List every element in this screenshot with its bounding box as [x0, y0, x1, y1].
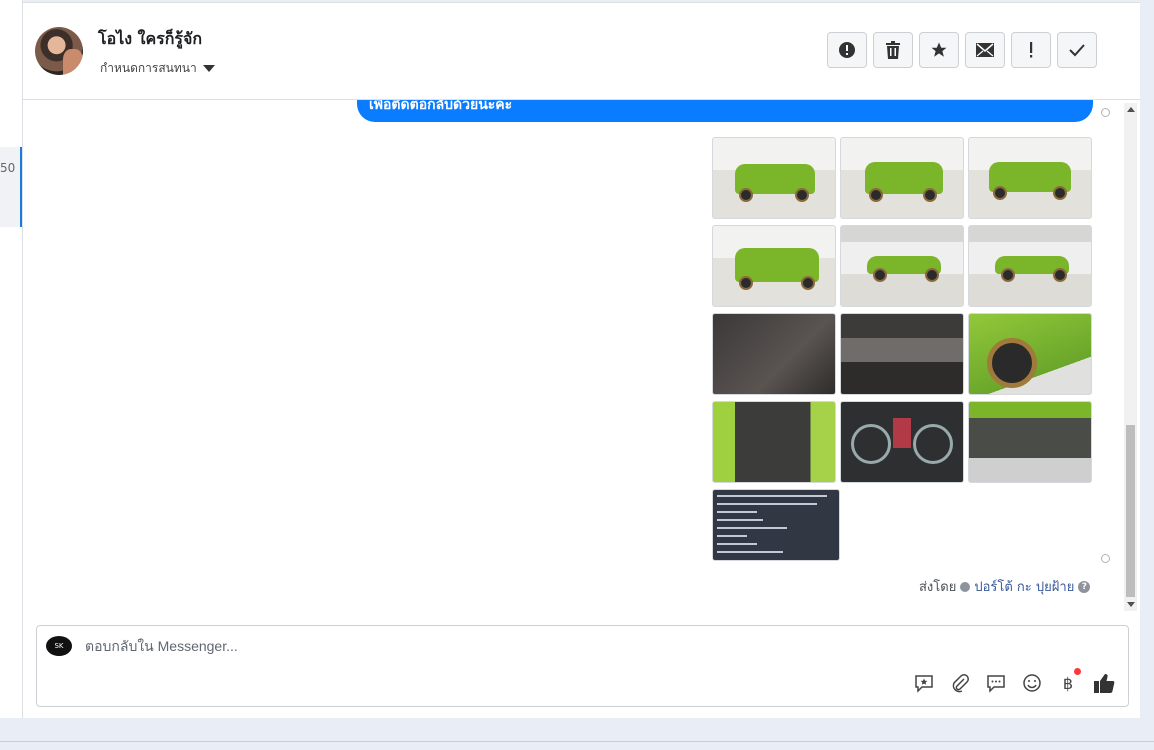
message-thread[interactable]: เพื่อติดต่อกลับด้วยนะคะ ส่งโดย ปอร์โต้ ก… [23, 100, 1140, 610]
scroll-thumb[interactable] [1126, 425, 1135, 597]
chat-template-button[interactable] [985, 672, 1007, 694]
chevron-down-icon [202, 65, 215, 72]
reply-input[interactable] [85, 638, 885, 654]
conversation-header: โอไง ใครก็รู้จัก กำหนดการสนทนา [23, 3, 1140, 100]
car-photo[interactable] [712, 225, 836, 307]
thumbs-up-icon [1094, 674, 1115, 693]
payment-button[interactable]: ฿ [1057, 668, 1081, 694]
checkmark-icon [1069, 44, 1085, 57]
emoji-button[interactable] [1021, 672, 1043, 694]
sender-name[interactable]: ปอร์โต้ กะ ปุยฝ้าย [974, 576, 1074, 597]
delete-button[interactable] [873, 32, 913, 68]
interior-photo[interactable] [712, 313, 836, 395]
attachment-button[interactable] [949, 672, 971, 694]
trash-icon [886, 41, 900, 59]
notification-dot [1074, 668, 1081, 675]
page-avatar: SK [46, 636, 72, 656]
photo-grid [712, 137, 1092, 571]
envelope-icon [976, 43, 994, 57]
alert-circle-icon [839, 42, 855, 58]
seen-check-icon [1101, 554, 1110, 563]
wheel-photo[interactable] [968, 313, 1092, 395]
car-photo[interactable] [968, 137, 1092, 219]
contact-avatar[interactable] [35, 27, 83, 75]
star-button[interactable] [919, 32, 959, 68]
engine-photo[interactable] [968, 401, 1092, 483]
reply-composer: SK ฿ [36, 625, 1129, 707]
car-photo[interactable] [712, 137, 836, 219]
conversation-list-panel: 50 [0, 0, 23, 718]
saved-reply-button[interactable] [913, 672, 935, 694]
assign-label: กำหนดการสนทนา [100, 61, 197, 75]
divider [0, 741, 1154, 742]
car-photo[interactable] [840, 137, 964, 219]
conversation-list-item-selected[interactable] [0, 147, 22, 227]
mark-done-button[interactable] [1057, 32, 1097, 68]
sent-by-label: ส่งโดย [919, 580, 957, 595]
follow-up-button[interactable] [1011, 32, 1051, 68]
car-photo[interactable] [840, 225, 964, 307]
car-photo[interactable] [968, 225, 1092, 307]
footer-band [0, 718, 1154, 750]
scrollbar[interactable] [1124, 103, 1137, 611]
conversation-actions [827, 32, 1097, 68]
help-icon[interactable]: ? [1078, 580, 1091, 593]
document-photo[interactable] [712, 489, 840, 561]
verified-icon [960, 581, 971, 592]
mark-unread-button[interactable] [965, 32, 1005, 68]
saved-reply-icon [915, 675, 933, 693]
interior-photo[interactable] [840, 313, 964, 395]
star-icon [931, 42, 947, 57]
message-bubble: เพื่อติดต่อกลับด้วยนะคะ [357, 100, 1093, 122]
conversation-count: 50 [0, 161, 16, 175]
composer-toolbar: ฿ [913, 668, 1115, 694]
like-button[interactable] [1093, 672, 1115, 694]
seen-check-icon [1101, 108, 1110, 117]
report-spam-button[interactable] [827, 32, 867, 68]
contact-name[interactable]: โอไง ใครก็รู้จัก [98, 27, 202, 52]
attachment-icon [952, 674, 969, 693]
scroll-up-arrow-icon[interactable] [1127, 107, 1135, 112]
dashboard-photo[interactable] [840, 401, 964, 483]
window-edge [1140, 0, 1154, 718]
chat-bubble-icon [987, 675, 1005, 693]
assign-conversation-dropdown[interactable]: กำหนดการสนทนา [100, 59, 215, 78]
scroll-down-arrow-icon[interactable] [1127, 602, 1135, 607]
exclamation-icon [1030, 42, 1033, 58]
sent-by-info: ส่งโดย ปอร์โต้ กะ ปุยฝ้าย ? [919, 576, 1091, 597]
conversation-pane: โอไง ใครก็รู้จัก กำหนดการสนทนา เพื่อติดต… [23, 2, 1140, 719]
emoji-icon [1023, 674, 1041, 692]
door-photo[interactable] [712, 401, 836, 483]
baht-icon: ฿ [1062, 673, 1074, 693]
